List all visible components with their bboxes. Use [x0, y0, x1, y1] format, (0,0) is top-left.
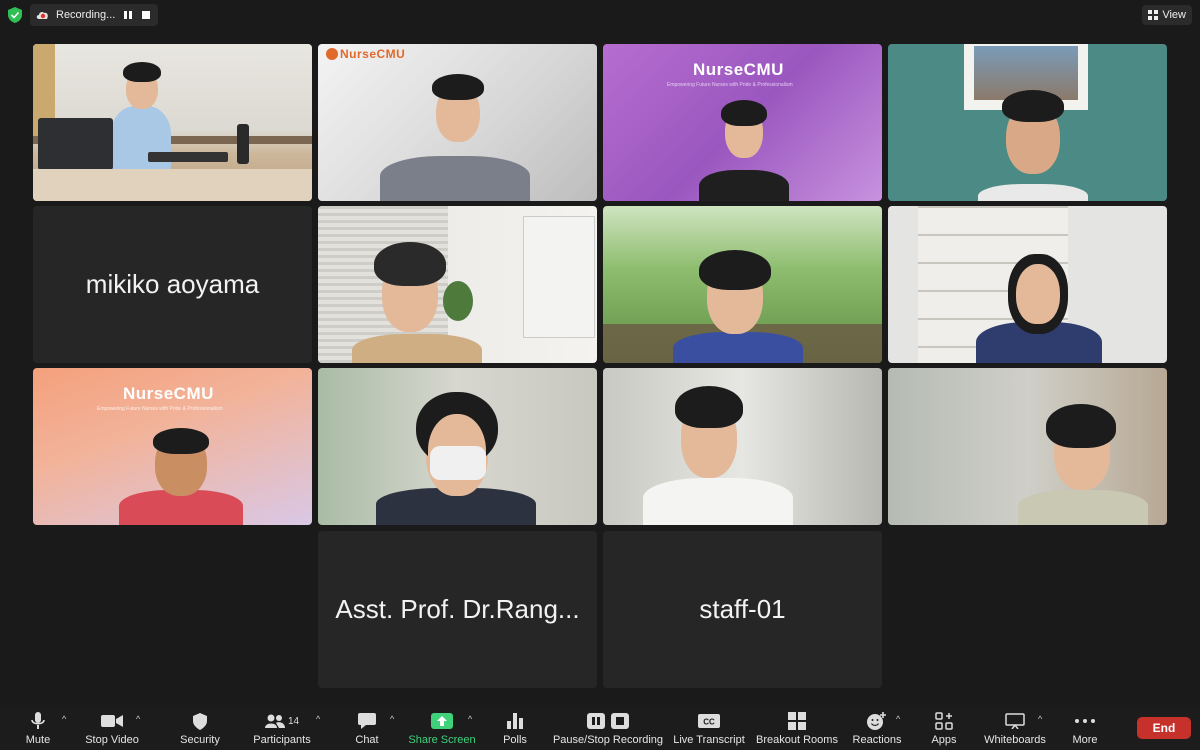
video-tile-participant[interactable] [603, 368, 882, 525]
stop-icon [611, 713, 629, 729]
breakout-rooms-grid-icon [788, 712, 806, 730]
meeting-controls-toolbar: Mute ^ Stop Video ^ Security 14 Particip… [0, 705, 1200, 750]
video-options-caret[interactable]: ^ [136, 714, 140, 724]
participant-name: mikiko aoyama [85, 269, 260, 299]
mute-options-caret[interactable]: ^ [62, 714, 66, 724]
video-tile-participant[interactable] [603, 206, 882, 363]
participants-options-caret[interactable]: ^ [316, 714, 320, 724]
participants-icon [264, 714, 285, 728]
nursecmu-brand-text: NurseCMU [340, 47, 406, 61]
pause-stop-recording-button[interactable]: Pause/Stop Recording [553, 711, 663, 747]
apps-button[interactable]: Apps [929, 711, 959, 747]
more-dots-icon [1075, 719, 1095, 723]
video-tile-participant[interactable] [888, 44, 1167, 201]
view-label: View [1162, 9, 1186, 21]
recording-indicator: Recording... [30, 4, 158, 26]
closed-caption-icon: CC [698, 714, 720, 728]
pause-icon [124, 11, 132, 19]
meeting-top-bar: Recording... View [0, 0, 1200, 30]
participant-name: staff-01 [699, 594, 786, 624]
polls-bar-chart-icon [507, 713, 523, 729]
whiteboards-options-caret[interactable]: ^ [1038, 714, 1042, 724]
nursecmu-logo-icon [326, 48, 338, 60]
mute-button[interactable]: Mute [22, 711, 54, 747]
participant-name: Asst. Prof. Dr.Rang... [335, 594, 580, 624]
smiley-plus-icon [867, 712, 886, 730]
cloud-recording-icon [36, 11, 48, 19]
video-tile-name-only[interactable]: staff-01 [603, 531, 882, 688]
nursecmu-tagline: Empowering Future Nurses with Pride & Pr… [97, 406, 223, 412]
nursecmu-brand-text: NurseCMU [693, 60, 784, 79]
video-tile-participant[interactable]: NurseCMU Empowering Future Nurses with P… [603, 44, 882, 201]
svg-text:CC: CC [703, 718, 715, 727]
view-button[interactable]: View [1142, 5, 1192, 25]
stop-recording-button[interactable] [138, 7, 154, 23]
face-mask [430, 446, 486, 480]
video-tile-participant[interactable] [318, 206, 597, 363]
video-tile-participant[interactable] [888, 368, 1167, 525]
whiteboard-icon [1005, 713, 1025, 729]
stop-video-button[interactable]: Stop Video [84, 711, 140, 747]
share-screen-icon [431, 713, 453, 729]
stop-icon [142, 11, 150, 19]
video-tile-active-speaker[interactable] [33, 44, 312, 201]
recording-label: Recording... [56, 9, 116, 21]
breakout-rooms-button[interactable]: Breakout Rooms [756, 711, 838, 747]
video-tile-participant[interactable] [318, 368, 597, 525]
video-tile-name-only[interactable]: Asst. Prof. Dr.Rang... [318, 531, 597, 688]
chat-bubble-icon [358, 713, 376, 729]
share-screen-options-caret[interactable]: ^ [468, 714, 472, 724]
video-tile-name-only[interactable]: mikiko aoyama [33, 206, 312, 363]
security-button[interactable]: Security [178, 711, 222, 747]
shield-icon [193, 712, 207, 730]
participants-count: 14 [287, 715, 300, 727]
more-button[interactable]: More [1070, 711, 1100, 747]
whiteboards-button[interactable]: Whiteboards [984, 711, 1046, 747]
chat-options-caret[interactable]: ^ [390, 714, 394, 724]
reactions-options-caret[interactable]: ^ [896, 714, 900, 724]
reactions-button[interactable]: Reactions [852, 711, 902, 747]
chat-button[interactable]: Chat [352, 711, 382, 747]
polls-button[interactable]: Polls [500, 711, 530, 747]
nursecmu-brand-text: NurseCMU [123, 384, 214, 403]
video-tile-participant[interactable]: NurseCMU [318, 44, 597, 201]
video-tile-participant[interactable]: NurseCMU Empowering Future Nurses with P… [33, 368, 312, 525]
video-tile-participant[interactable] [888, 206, 1167, 363]
pause-icon [587, 713, 605, 729]
encryption-shield-icon[interactable] [8, 7, 22, 23]
grid-view-icon [1148, 10, 1159, 20]
participants-button[interactable]: 14 Participants [252, 711, 312, 747]
nursecmu-tagline: Empowering Future Nurses with Pride & Pr… [667, 82, 793, 88]
apps-icon [935, 712, 953, 730]
microphone-icon [31, 712, 45, 729]
end-meeting-button[interactable]: End [1137, 717, 1191, 739]
pause-recording-button[interactable] [120, 7, 136, 23]
video-camera-icon [101, 715, 123, 727]
share-screen-button[interactable]: Share Screen [408, 711, 476, 747]
live-transcript-button[interactable]: CC Live Transcript [673, 711, 745, 747]
